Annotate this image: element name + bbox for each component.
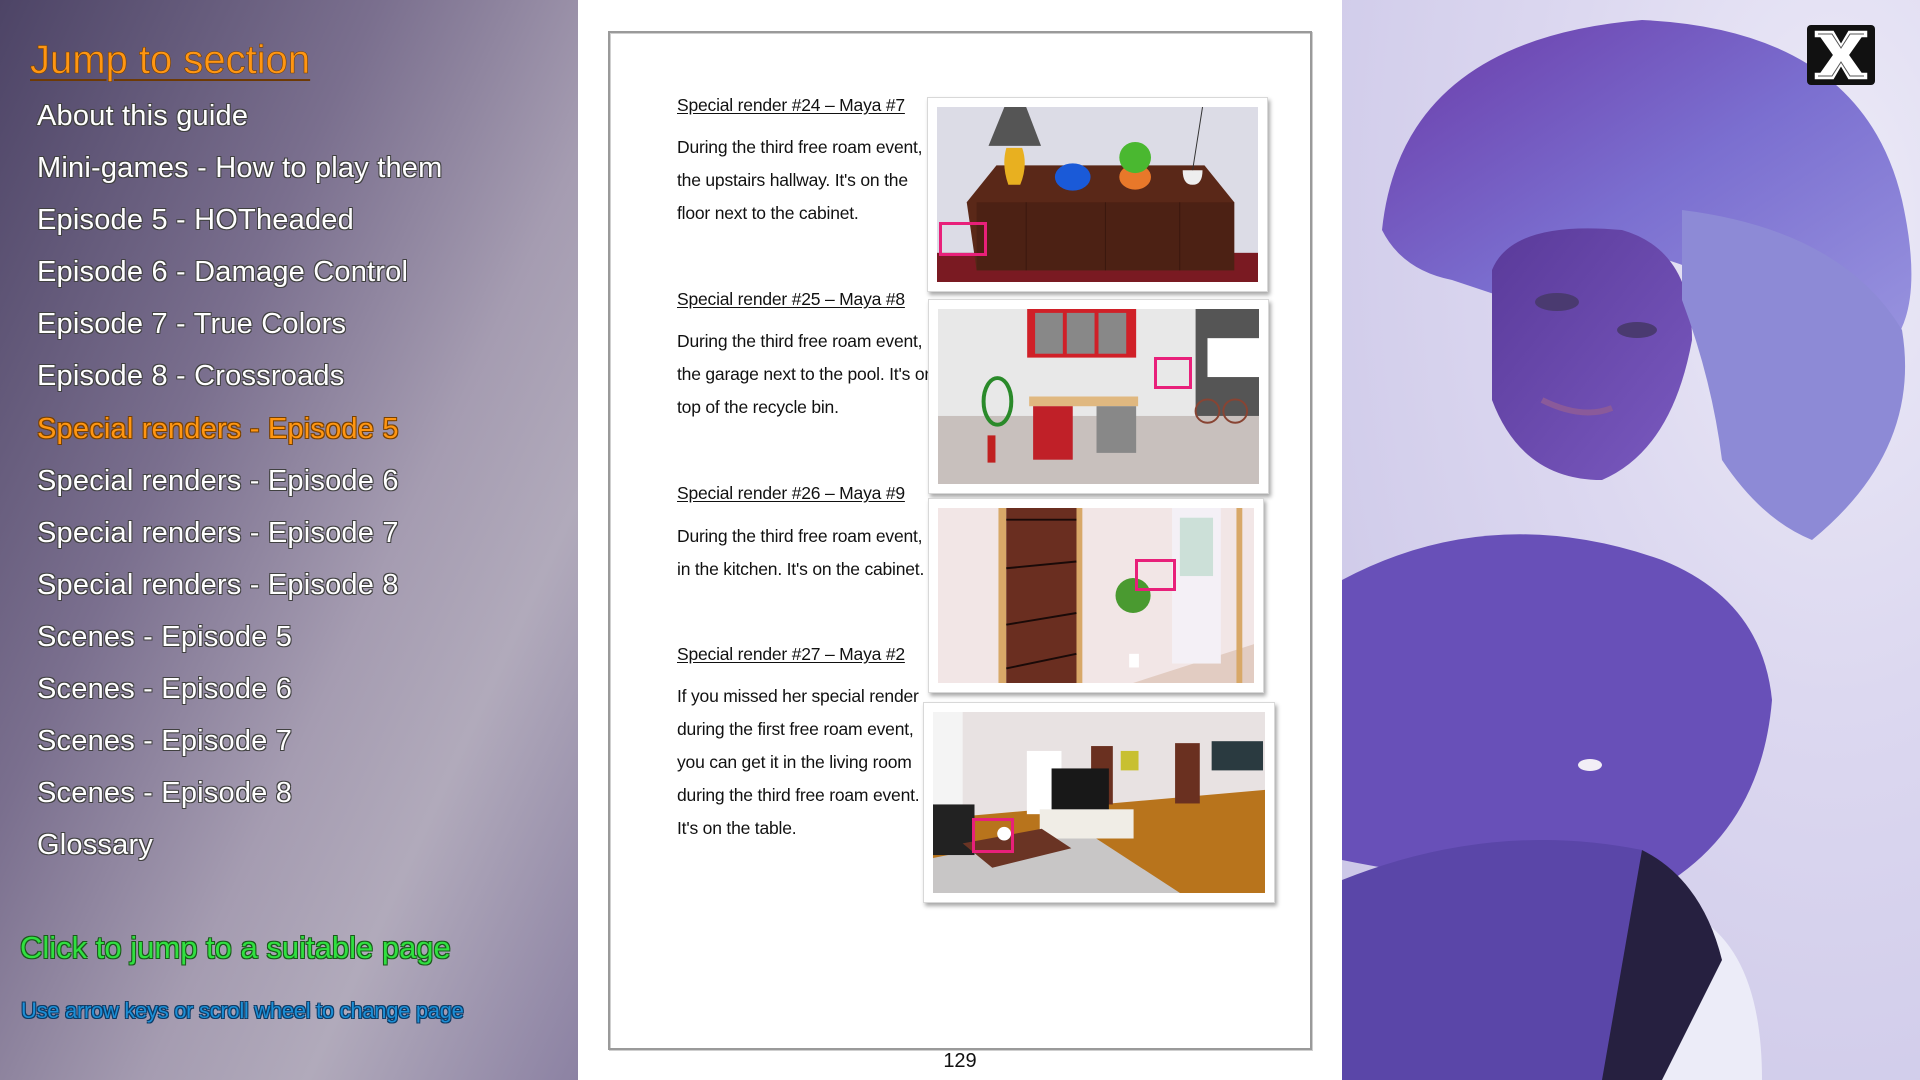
section-list: About this guide Mini-games - How to pla…: [37, 96, 443, 877]
photo: [933, 712, 1265, 893]
entry-title: Special render #26 – Maya #9: [677, 483, 905, 503]
nav-item-special-renders-ep8[interactable]: Special renders - Episode 8: [37, 565, 443, 617]
guide-page-viewer[interactable]: Special render #24 – Maya #7 During the …: [578, 0, 1342, 1080]
nav-item-special-renders-ep5[interactable]: Special renders - Episode 5: [37, 409, 443, 461]
living-room-screenshot: [923, 702, 1275, 903]
photo: [938, 309, 1259, 484]
description-line: During the third free roam event, in: [677, 137, 941, 157]
entry-description: During the third free roam event, in the…: [677, 325, 967, 424]
description-line: in the kitchen. It's on the cabinet.: [677, 559, 925, 579]
kitchen-screenshot: [928, 498, 1264, 693]
guide-page: Special render #24 – Maya #7 During the …: [608, 31, 1312, 1050]
entry-title: Special render #24 – Maya #7: [677, 95, 905, 115]
description-line: During the third free roam event, in: [677, 331, 941, 351]
close-x-icon: [1807, 25, 1875, 85]
nav-item-mini-games[interactable]: Mini-games - How to play them: [37, 148, 443, 200]
description-line: floor next to the cabinet.: [677, 203, 859, 223]
hallway-cabinet-screenshot: [927, 97, 1268, 292]
location-highlight-box: [1135, 559, 1176, 591]
nav-item-special-renders-ep6[interactable]: Special renders - Episode 6: [37, 461, 443, 513]
close-button[interactable]: [1806, 24, 1876, 86]
entry-description: During the third free roam event, in the…: [677, 131, 967, 230]
character-portrait: [1342, 0, 1920, 1080]
jump-hint-text: Click to jump to a suitable page: [20, 930, 451, 965]
entry-description: During the third free roam event, in the…: [677, 520, 967, 586]
location-highlight-box: [1154, 357, 1192, 389]
page-change-hint-text: Use arrow keys or scroll wheel to change…: [21, 998, 464, 1023]
location-highlight-box: [939, 222, 987, 256]
page-number: 129: [943, 1050, 977, 1072]
nav-item-scenes-ep5[interactable]: Scenes - Episode 5: [37, 617, 443, 669]
description-line: top of the recycle bin.: [677, 397, 839, 417]
portrait-illustration: [1342, 20, 1912, 1080]
location-highlight-box: [972, 818, 1014, 853]
section-nav-panel: Jump to section About this guide Mini-ga…: [0, 0, 578, 1080]
nav-heading[interactable]: Jump to section: [30, 38, 311, 83]
nav-item-special-renders-ep7[interactable]: Special renders - Episode 7: [37, 513, 443, 565]
nav-item-episode-6[interactable]: Episode 6 - Damage Control: [37, 252, 443, 304]
entry-title: Special render #25 – Maya #8: [677, 289, 905, 309]
entry-title: Special render #27 – Maya #2: [677, 644, 905, 664]
garage-screenshot: [928, 299, 1269, 494]
nav-item-episode-7[interactable]: Episode 7 - True Colors: [37, 304, 443, 356]
nav-item-about-guide[interactable]: About this guide: [37, 96, 443, 148]
nav-item-scenes-ep8[interactable]: Scenes - Episode 8: [37, 773, 443, 825]
nav-item-episode-8[interactable]: Episode 8 - Crossroads: [37, 356, 443, 408]
photo: [938, 508, 1254, 683]
description-line: the upstairs hallway. It's on the: [677, 170, 908, 190]
nav-item-glossary[interactable]: Glossary: [37, 825, 443, 877]
description-line: the garage next to the pool. It's on: [677, 364, 934, 384]
nav-item-scenes-ep6[interactable]: Scenes - Episode 6: [37, 669, 443, 721]
nav-item-episode-5[interactable]: Episode 5 - HOTheaded: [37, 200, 443, 252]
description-line: During the third free roam event,: [677, 526, 923, 546]
nav-item-scenes-ep7[interactable]: Scenes - Episode 7: [37, 721, 443, 773]
